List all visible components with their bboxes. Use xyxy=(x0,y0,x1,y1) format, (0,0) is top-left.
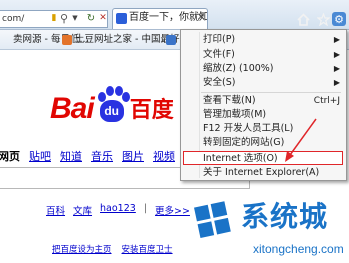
favorite-icon xyxy=(62,35,72,45)
search-icon[interactable]: ⚲ xyxy=(58,12,70,25)
menu-shortcut: Ctrl+J xyxy=(313,96,340,106)
menu-item-label: 转到固定的网站(G) xyxy=(203,137,285,148)
favorite-link[interactable] xyxy=(166,33,179,47)
stop-icon[interactable]: ✕ xyxy=(98,12,108,24)
menu-item-label: 缩放(Z) (100%) xyxy=(203,63,274,74)
paw-du-text: du xyxy=(99,100,124,122)
menu-item-manage-addons[interactable]: 管理加载项(M) xyxy=(181,108,346,122)
menu-item-zoom[interactable]: 缩放(Z) (100%) ▶ xyxy=(181,62,346,76)
link-item[interactable]: 文库 xyxy=(73,203,92,217)
submenu-arrow-icon: ▶ xyxy=(333,64,340,73)
nav-item[interactable]: 图片 xyxy=(122,148,144,164)
paw-icon: du xyxy=(95,86,130,124)
paw-toe xyxy=(121,92,130,102)
menu-item-label: 打印(P) xyxy=(203,34,236,45)
menu-item-label: 安全(S) xyxy=(203,77,236,88)
menu-item-label: 查看下载(N) xyxy=(203,95,256,106)
submenu-arrow-icon: ▶ xyxy=(333,78,340,87)
menu-item-internet-options[interactable]: Internet 选项(O) xyxy=(183,151,343,165)
nav-item[interactable]: 视频 xyxy=(153,148,175,164)
menu-item-view-downloads[interactable]: 查看下载(N) Ctrl+J xyxy=(181,94,346,108)
footer-links: 把百度设为主页 安装百度卫士 xyxy=(52,243,173,255)
nav-item[interactable]: 音乐 xyxy=(91,148,113,164)
menu-item-label: 文件(F) xyxy=(203,49,235,60)
link-separator: | xyxy=(143,203,148,214)
menu-item-label: Internet 选项(O) xyxy=(203,153,278,164)
watermark-url: xitongcheng.com xyxy=(253,242,344,256)
paw-toe xyxy=(105,86,114,96)
tools-menu: 打印(P) ▶ 文件(F) ▶ 缩放(Z) (100%) ▶ 安全(S) ▶ 查… xyxy=(180,29,347,181)
menu-item-f12-tools[interactable]: F12 开发人员工具(L) xyxy=(181,122,346,136)
menu-item-pinned-sites[interactable]: 转到固定的网站(G) xyxy=(181,136,346,150)
menu-item-file[interactable]: 文件(F) ▶ xyxy=(181,48,346,62)
menu-item-safety[interactable]: 安全(S) ▶ xyxy=(181,76,346,90)
close-tab-icon[interactable]: ✕ xyxy=(197,12,205,23)
search-category-nav: 网页 贴吧 知道 音乐 图片 视频 地图 xyxy=(0,148,206,164)
menu-item-about-ie[interactable]: 关于 Internet Explorer(A) xyxy=(181,166,346,180)
watermark-title: 系统城 xyxy=(241,200,329,233)
browser-toolbar: com/ ▮ ⚲ ▼ ↻ ✕ 百度一下，你就知道 ✕ ⚙ xyxy=(0,0,349,30)
nav-item[interactable]: 网页 xyxy=(0,148,20,164)
submenu-arrow-icon: ▶ xyxy=(333,35,340,44)
logo-cn-text: 百度 xyxy=(129,98,174,123)
windows-logo-icon xyxy=(194,201,231,238)
menu-item-label: 管理加载项(M) xyxy=(203,109,267,120)
home-icon[interactable] xyxy=(296,12,310,26)
footer-link[interactable]: 安装百度卫士 xyxy=(122,243,173,255)
favorite-icon xyxy=(166,35,176,45)
lock-icon: ▮ xyxy=(51,13,57,23)
menu-separator xyxy=(201,92,341,93)
nav-item[interactable]: 知道 xyxy=(60,148,82,164)
footer-link[interactable]: 把百度设为主页 xyxy=(52,243,112,255)
logo-latin-text: Bai xyxy=(50,92,95,125)
tools-gear-icon[interactable]: ⚙ xyxy=(332,12,346,26)
link-item[interactable]: 百科 xyxy=(46,203,65,217)
baidu-logo: Bai du 百度 xyxy=(50,84,174,124)
menu-item-label: F12 开发人员工具(L) xyxy=(203,123,294,134)
menu-item-print[interactable]: 打印(P) ▶ xyxy=(181,33,346,47)
watermark: 系统城 xitongcheng.com xyxy=(185,196,349,263)
link-item[interactable]: hao123 xyxy=(100,203,136,217)
browser-tab[interactable]: 百度一下，你就知道 xyxy=(112,8,208,29)
chevron-down-icon[interactable]: ▼ xyxy=(71,12,79,24)
quick-links: 百科 文库 hao123 | 更多>> xyxy=(46,203,190,217)
submenu-arrow-icon: ▶ xyxy=(333,50,340,59)
favorites-star-icon[interactable] xyxy=(316,12,330,26)
refresh-icon[interactable]: ↻ xyxy=(86,12,96,24)
baidu-favicon-icon xyxy=(116,13,127,24)
nav-item[interactable]: 贴吧 xyxy=(29,148,51,164)
menu-item-label: 关于 Internet Explorer(A) xyxy=(203,167,320,178)
